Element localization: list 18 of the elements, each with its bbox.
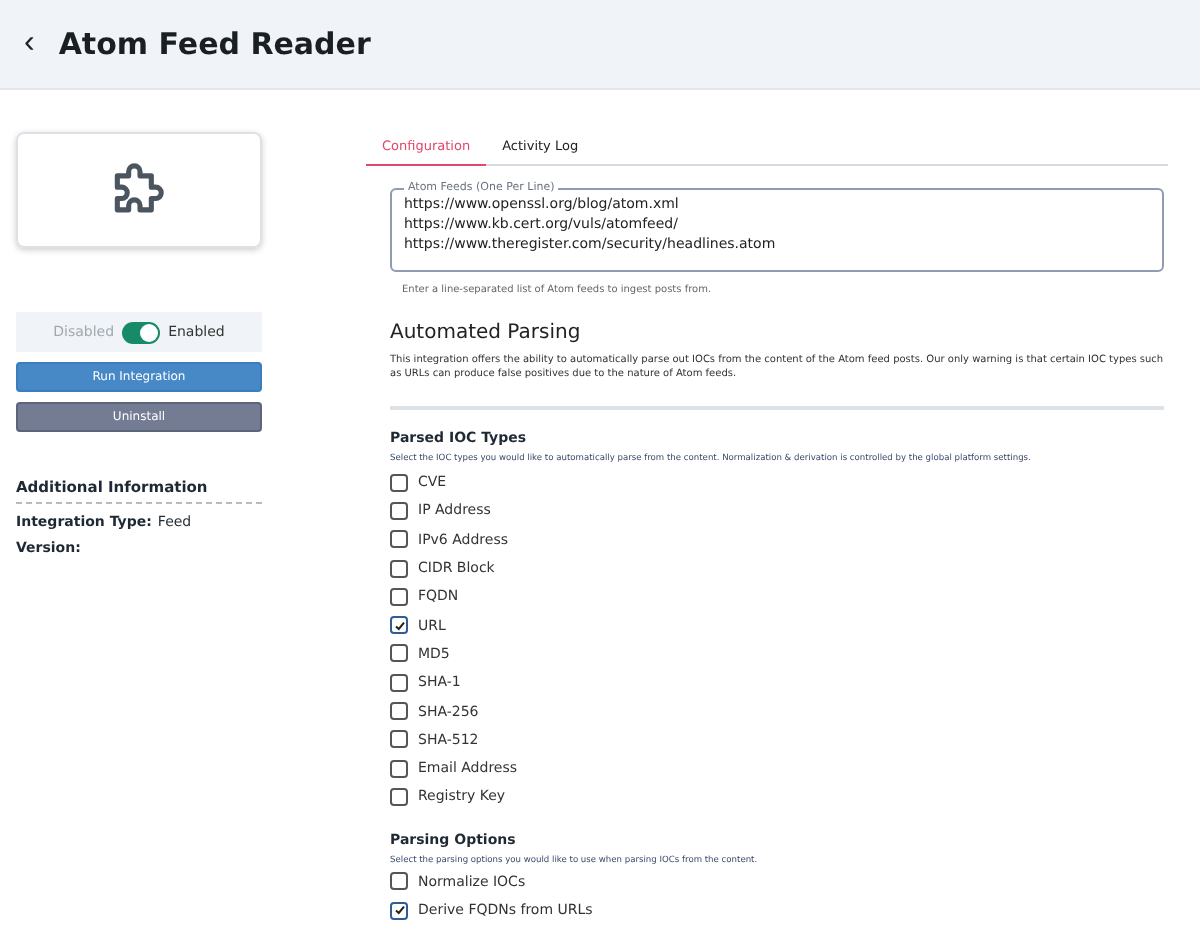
section-heading: Automated Parsing bbox=[390, 322, 583, 344]
enable-toggle[interactable] bbox=[122, 321, 161, 343]
checkbox[interactable] bbox=[390, 616, 408, 635]
checkbox[interactable] bbox=[390, 872, 408, 891]
page-title: Atom Feed Reader bbox=[58, 26, 371, 62]
checkbox[interactable] bbox=[390, 530, 408, 549]
checkbox[interactable] bbox=[390, 644, 408, 663]
back-button[interactable]: ‹ bbox=[24, 28, 35, 60]
checkbox[interactable] bbox=[390, 901, 408, 919]
checkbox[interactable] bbox=[390, 730, 408, 749]
checkbox[interactable] bbox=[390, 473, 408, 492]
checkbox[interactable] bbox=[390, 587, 408, 606]
checkbox[interactable] bbox=[390, 787, 408, 806]
checkbox[interactable] bbox=[390, 673, 408, 692]
checkbox[interactable] bbox=[390, 501, 408, 520]
checkbox[interactable] bbox=[390, 702, 408, 721]
checkbox[interactable] bbox=[390, 559, 408, 578]
checkbox[interactable] bbox=[390, 759, 408, 778]
